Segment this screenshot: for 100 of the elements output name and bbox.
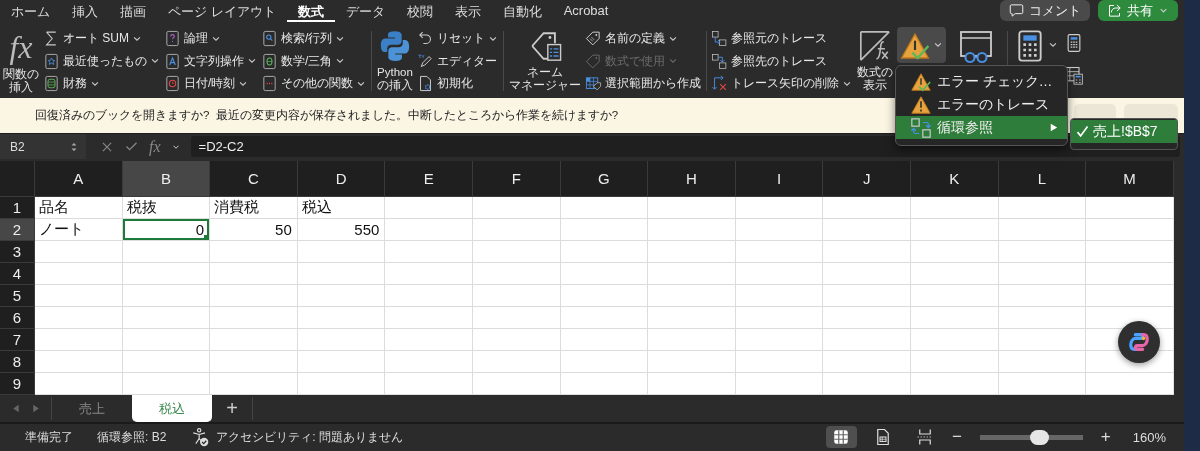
row-header[interactable]: 6 [0, 307, 35, 329]
ribbon-button[interactable]: オート SUM [43, 28, 161, 49]
ribbon-button[interactable]: 文字列操作 [164, 50, 258, 72]
active-cell[interactable]: 0 [122, 219, 210, 240]
ribbon-button[interactable]: fx 関数の 挿入 [2, 27, 40, 95]
ribbon-button[interactable]: エディター [417, 50, 499, 72]
ribbon-button[interactable]: 参照先のトレース [711, 50, 853, 72]
column-header[interactable]: M [1086, 161, 1174, 197]
ribbon-button[interactable] [1064, 65, 1084, 85]
row-header[interactable]: 9 [0, 373, 35, 395]
ribbon-tab[interactable]: 校閲 [395, 0, 444, 22]
ribbon-button[interactable]: 最近使ったもの [43, 50, 161, 72]
grid-icon [832, 428, 851, 446]
name-box[interactable]: B2 [0, 134, 86, 159]
ribbon-tab[interactable]: データ [334, 0, 396, 22]
ribbon-tab[interactable]: ホーム [0, 0, 61, 22]
ribbon-button[interactable]: 初期化 [417, 73, 499, 94]
ribbon-tab[interactable]: 表示 [443, 0, 492, 22]
ribbon-button[interactable]: ネーム マネージャー [508, 27, 582, 95]
ribbon-button[interactable]: 選択範囲から作成 [585, 73, 702, 94]
comment-button[interactable]: コメント [1000, 0, 1090, 21]
column-header[interactable]: A [35, 161, 123, 197]
zoom-in-button[interactable]: + [1100, 427, 1111, 447]
sheet-tab[interactable]: 売上 [52, 395, 132, 422]
checkmark-icon [1075, 124, 1090, 139]
tag-icon [585, 30, 602, 47]
function-button[interactable]: fx [149, 137, 161, 156]
column-header[interactable]: I [735, 161, 824, 197]
column-header[interactable]: D [297, 161, 386, 197]
status-text[interactable]: アクセシビリティ: 問題ありません [216, 428, 404, 446]
menu-item[interactable]: エラー チェック… [896, 70, 1067, 93]
zoom-out-button[interactable]: − [951, 427, 962, 447]
add-sheet-button[interactable]: + [212, 397, 253, 420]
menu-item[interactable]: 売上!$B$7 [1071, 120, 1177, 143]
column-header[interactable]: C [210, 161, 298, 197]
ribbon-tab[interactable]: 自動化 [491, 0, 553, 22]
column-header[interactable]: J [823, 161, 911, 197]
table-cell-text: 税抜 [125, 197, 158, 217]
ribbon-button[interactable]: 財務 [43, 73, 161, 94]
ribbon-tab[interactable]: 描画 [109, 0, 157, 22]
chevron-icon [933, 40, 943, 50]
column-header[interactable]: E [385, 161, 473, 197]
row-header[interactable]: 8 [0, 351, 35, 373]
boxes-arrow-icon [711, 30, 728, 47]
ribbon-button[interactable]: 参照元のトレース [711, 28, 853, 49]
menu-item[interactable]: エラーのトレース [896, 93, 1067, 116]
sheet-tab[interactable]: 税込 [132, 395, 212, 422]
assistant-icon [1128, 331, 1150, 353]
triangle-right-icon [1048, 122, 1059, 133]
ribbon-tab[interactable]: 挿入 [61, 0, 109, 22]
chevron-icon [335, 56, 346, 66]
book-icon [164, 30, 181, 47]
ribbon-button[interactable]: その他の関数 [261, 73, 367, 94]
ribbon-button[interactable]: 日付/時刻 [164, 73, 258, 94]
ribbon-button[interactable]: 論理 [164, 28, 258, 49]
row-header[interactable]: 5 [0, 285, 35, 307]
table-cell-text: ノート [38, 219, 85, 239]
ribbon-button[interactable]: 数学/三角 [261, 50, 367, 72]
row-header[interactable]: 1 [0, 197, 35, 219]
speech-bubble-icon [1009, 3, 1024, 18]
column-header[interactable]: H [648, 161, 736, 197]
share-button[interactable]: 共有 [1098, 0, 1178, 21]
row-header[interactable]: 3 [0, 241, 35, 263]
ribbon-button[interactable]: 名前の定義 [585, 28, 702, 49]
ribbon-button[interactable]: 検索/行列 [261, 28, 367, 49]
document-gear-icon [417, 75, 434, 92]
row-header[interactable]: 7 [0, 329, 35, 351]
view-button[interactable] [825, 426, 857, 448]
column-header[interactable]: B [122, 161, 211, 197]
row-header[interactable]: 2 [0, 219, 35, 241]
book-icon [261, 52, 278, 70]
table-cell-text: 税込 [300, 197, 333, 217]
pen-icon [417, 52, 434, 70]
row-header[interactable]: 4 [0, 263, 35, 285]
ribbon-button[interactable]: 数式の 表示 [856, 27, 894, 95]
table-cell-text: 消費税 [213, 197, 261, 217]
ribbon-tab[interactable]: ページ レイアウト [157, 0, 287, 22]
menu-item[interactable]: 循環参照 [896, 116, 1067, 139]
book-icon [164, 52, 181, 70]
column-header[interactable]: G [560, 161, 649, 197]
undo-arrow-icon [417, 30, 434, 47]
book-icon [261, 30, 278, 47]
ribbon-tab[interactable]: 数式 [286, 0, 335, 22]
ribbon-button[interactable] [897, 27, 946, 63]
column-header[interactable]: L [998, 161, 1087, 197]
arrows-cross-icon [711, 75, 728, 92]
book-icon [261, 75, 278, 92]
formula-sheet-icon [858, 29, 892, 63]
column-header[interactable]: K [910, 161, 999, 197]
table-cell-text: 550 [353, 219, 381, 240]
ribbon-button[interactable]: Python の挿入 [376, 27, 414, 95]
ribbon-button[interactable]: トレース矢印の削除 [711, 73, 853, 94]
tag-icon [585, 52, 602, 70]
warning-icon [910, 93, 932, 116]
zoom-level: 160% [1132, 429, 1166, 445]
ribbon-tab[interactable]: Acrobat [552, 0, 620, 22]
status-text: 循環参照: B2 [97, 428, 167, 446]
column-header[interactable]: F [472, 161, 561, 197]
table-cell-text: 品名 [38, 197, 70, 217]
ribbon-button[interactable]: リセット [417, 28, 499, 49]
